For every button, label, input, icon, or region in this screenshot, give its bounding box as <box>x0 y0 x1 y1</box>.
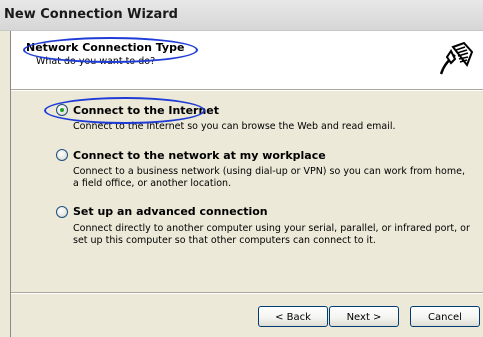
back-button[interactable]: < Back <box>258 306 328 327</box>
connect-workplace-radio[interactable] <box>56 149 68 161</box>
connect-workplace-description-line-1: Connect to a business network (using dia… <box>73 166 465 177</box>
title-bar[interactable]: New Connection Wizard <box>0 0 483 31</box>
connect-internet-radio[interactable] <box>56 104 68 116</box>
window-title: New Connection Wizard <box>4 7 178 22</box>
advanced-connection-description-line-1: Connect directly to another computer usi… <box>73 223 470 234</box>
advanced-connection-radio[interactable] <box>56 206 68 218</box>
radio-selected-dot <box>60 108 64 112</box>
wizard-window: New Connection Wizard Network Connection… <box>0 0 483 337</box>
connect-internet-description: Connect to the Internet so you can brows… <box>73 121 396 132</box>
next-button[interactable]: Next > <box>329 306 399 327</box>
cancel-button[interactable]: Cancel <box>410 306 480 327</box>
advanced-connection-description-line-2: set up this computer so that other compu… <box>73 235 376 246</box>
network-cable-icon <box>437 39 475 77</box>
connect-workplace-description-line-2: a field office, or another location. <box>73 178 232 189</box>
advanced-connection-label[interactable]: Set up an advanced connection <box>73 205 268 218</box>
connect-internet-label[interactable]: Connect to the Internet <box>73 104 219 117</box>
connect-workplace-label[interactable]: Connect to the network at my workplace <box>73 149 326 162</box>
footer-separator <box>11 292 483 294</box>
header-title: Network Connection Type <box>26 41 185 54</box>
header-subtitle: What do you want to do? <box>36 56 156 67</box>
